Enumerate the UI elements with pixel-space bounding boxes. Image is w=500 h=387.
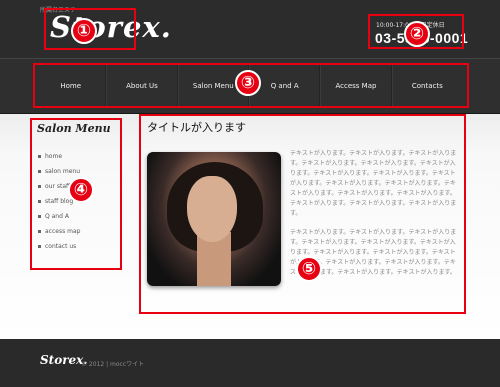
annotation-box-5 — [139, 114, 466, 314]
annotation-badge-2: ② — [404, 21, 430, 47]
annotation-badge-4: ④ — [68, 177, 94, 203]
copyright-text: © 2012 | moccワイト — [81, 361, 145, 368]
annotation-badge-1: ① — [71, 18, 97, 44]
annotation-badge-5: ⑤ — [296, 256, 322, 282]
annotation-badge-3: ③ — [235, 70, 261, 96]
footer: Storex. © 2012 | moccワイト — [0, 339, 500, 387]
